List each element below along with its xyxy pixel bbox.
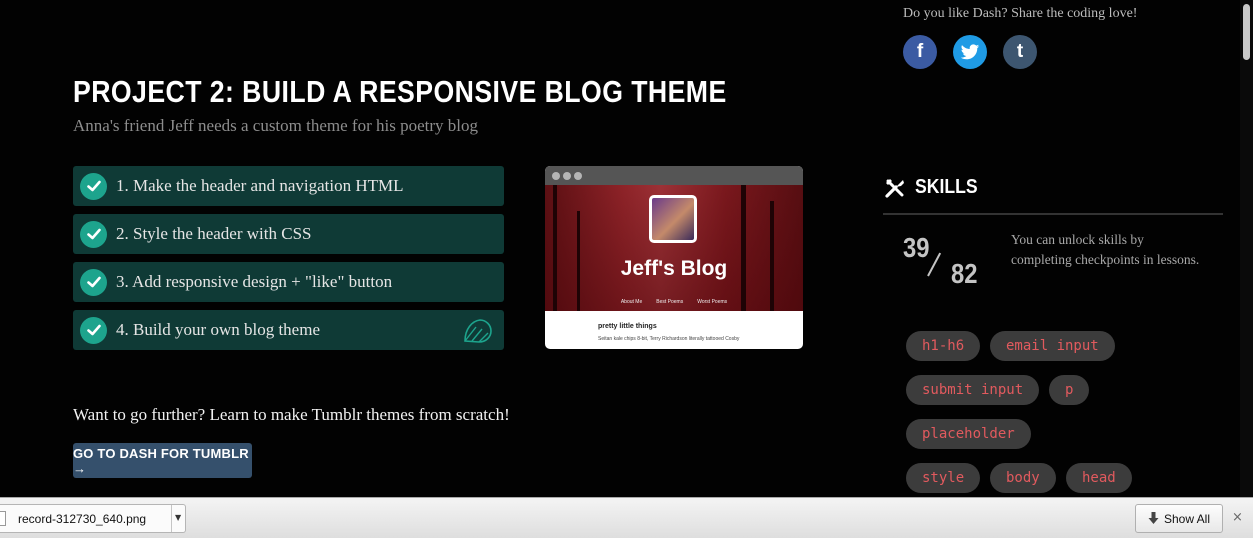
twitter-share-button[interactable] [953, 35, 987, 69]
preview-nav-item: Worst Poems [697, 299, 728, 305]
skills-unlocked-count: 39 [903, 232, 930, 263]
checklist-item[interactable]: 1. Make the header and navigation HTML [73, 166, 504, 206]
window-dot [574, 171, 582, 180]
download-item[interactable]: record-312730_640.png ▼ [0, 504, 186, 533]
preview-blog-nav: About Me Best Poems Worst Poems [545, 299, 803, 305]
skill-tag[interactable]: placeholder [906, 419, 1031, 449]
social-share-buttons: f t [903, 35, 1037, 69]
checkmark-icon [80, 268, 107, 296]
checkmark-icon [80, 220, 107, 248]
skill-tag[interactable]: submit input [906, 375, 1040, 405]
scrollbar-thumb[interactable] [1243, 4, 1250, 60]
further-learning-text: Want to go further? Learn to make Tumblr… [73, 405, 510, 424]
facebook-icon: f [916, 41, 924, 62]
checklist-item[interactable]: 2. Style the header with CSS [73, 214, 504, 254]
window-dot [563, 171, 571, 180]
checklist-item-label: 2. Style the header with CSS [116, 224, 312, 243]
checklist-item-label: 1. Make the header and navigation HTML [116, 176, 404, 195]
show-all-button[interactable]: Show All [1135, 504, 1223, 533]
show-all-label: Show All [1163, 511, 1211, 526]
tree-trunk [741, 185, 746, 311]
window-dot [552, 171, 560, 180]
preview-nav-item: About Me [620, 299, 643, 305]
tools-icon [885, 178, 904, 198]
skill-tag[interactable]: head [1066, 463, 1132, 493]
preview-post: pretty little things Seitan kale chips 8… [545, 311, 803, 342]
tumblr-share-button[interactable]: t [1003, 35, 1037, 69]
facebook-share-button[interactable]: f [903, 35, 937, 69]
skills-header: SKILLS [884, 176, 986, 199]
skill-tag[interactable]: p [1049, 375, 1090, 405]
tree-trunk [770, 201, 774, 311]
checklist-item[interactable]: 4. Build your own blog theme [73, 310, 504, 350]
preview-window-bar [545, 166, 803, 185]
divider [171, 505, 172, 532]
blog-theme-preview: Jeff's Blog About Me Best Poems Worst Po… [545, 166, 803, 349]
skills-title: SKILLS [915, 176, 978, 198]
lesson-page: PROJECT 2: BUILD A RESPONSIVE BLOG THEME… [0, 0, 1240, 497]
skill-tag[interactable]: h1-h6 [906, 331, 981, 361]
project-checklist: 1. Make the header and navigation HTML 2… [73, 166, 504, 358]
checklist-item-label: 3. Add responsive design + "like" button [116, 272, 393, 291]
page-scrollbar[interactable] [1240, 0, 1253, 497]
close-icon[interactable]: × [1232, 510, 1243, 525]
skills-total-count: 82 [951, 258, 978, 289]
checkmark-icon [80, 316, 107, 344]
file-icon [0, 511, 6, 526]
preview-blog-title: Jeff's Blog [620, 257, 728, 280]
preview-hero-image: Jeff's Blog About Me Best Poems Worst Po… [545, 185, 803, 311]
blog-avatar [649, 195, 697, 243]
project-title: PROJECT 2: BUILD A RESPONSIVE BLOG THEME [73, 74, 727, 109]
project-subtitle: Anna's friend Jeff needs a custom theme … [73, 116, 478, 135]
chevron-down-icon[interactable]: ▼ [175, 513, 181, 522]
checklist-item[interactable]: 3. Add responsive design + "like" button [73, 262, 504, 302]
project-badge-icon [464, 319, 492, 343]
skills-note: You can unlock skills by completing chec… [1011, 232, 1200, 267]
checkmark-icon [80, 172, 107, 200]
go-to-dash-button[interactable]: GO TO DASH FOR TUMBLR → [73, 443, 252, 478]
preview-post-text: Seitan kale chips 8-bit, Terry Richardso… [598, 336, 740, 342]
skill-tag[interactable]: body [990, 463, 1056, 493]
preview-nav-item: Best Poems [656, 299, 684, 305]
twitter-icon [960, 43, 980, 59]
preview-post-title: pretty little things [598, 323, 657, 330]
skill-tag[interactable]: style [906, 463, 981, 493]
download-bar: record-312730_640.png ▼ Show All × [0, 497, 1253, 538]
divider [883, 213, 1223, 215]
skill-tag[interactable]: email input [990, 331, 1115, 361]
checklist-item-label: 4. Build your own blog theme [116, 320, 320, 339]
download-file-name: record-312730_640.png [18, 511, 147, 526]
tree-trunk [553, 185, 557, 311]
share-prompt: Do you like Dash? Share the coding love! [903, 6, 1138, 21]
download-arrow-icon [1148, 512, 1159, 524]
tumblr-icon: t [1016, 41, 1024, 62]
